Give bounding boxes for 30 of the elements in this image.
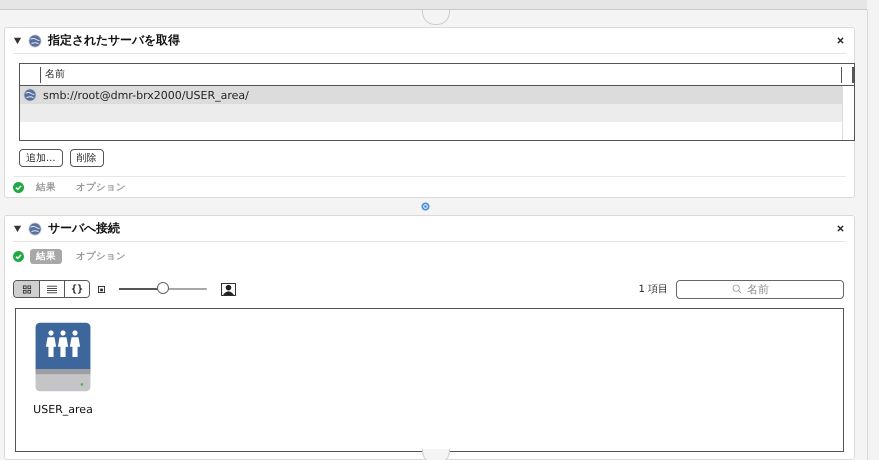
search-icon (732, 284, 742, 294)
close-icon[interactable] (837, 37, 844, 44)
person-picture-icon (221, 282, 236, 296)
push-button[interactable]: 追加... (19, 149, 63, 167)
globe-icon (23, 88, 37, 102)
small-picture-icon (98, 286, 105, 292)
success-check-icon (13, 250, 24, 262)
item-count: 1 項目 (638, 283, 668, 296)
view-mode-control[interactable]: {} (13, 280, 90, 298)
globe-icon (28, 34, 42, 48)
search-field[interactable]: 名前 (676, 280, 844, 298)
action-title: サーバへ接続 (48, 220, 120, 237)
connector-icon (421, 202, 430, 211)
action-title: 指定されたサーバを取得 (48, 32, 180, 49)
server-url: smb://root@dmr-brx2000/USER_area/ (43, 88, 249, 102)
file-name: USER_area (33, 403, 93, 416)
list-icon (47, 284, 57, 294)
slider-thumb[interactable] (157, 282, 169, 294)
view-mode-button[interactable] (14, 281, 39, 297)
disclosure-triangle-icon[interactable] (13, 36, 22, 45)
server-row[interactable]: smb://root@dmr-brx2000/USER_area/ (20, 86, 842, 104)
disclosure-triangle-icon[interactable] (13, 224, 22, 233)
push-button[interactable]: 削除 (70, 149, 104, 167)
column-header[interactable]: 名前 (40, 66, 65, 82)
view-mode-button[interactable]: {} (64, 281, 89, 297)
grid-icon (22, 284, 32, 294)
column-resize-handle[interactable] (841, 66, 854, 82)
success-check-icon (13, 182, 24, 192)
close-icon[interactable] (837, 225, 844, 232)
globe-icon (28, 222, 42, 236)
